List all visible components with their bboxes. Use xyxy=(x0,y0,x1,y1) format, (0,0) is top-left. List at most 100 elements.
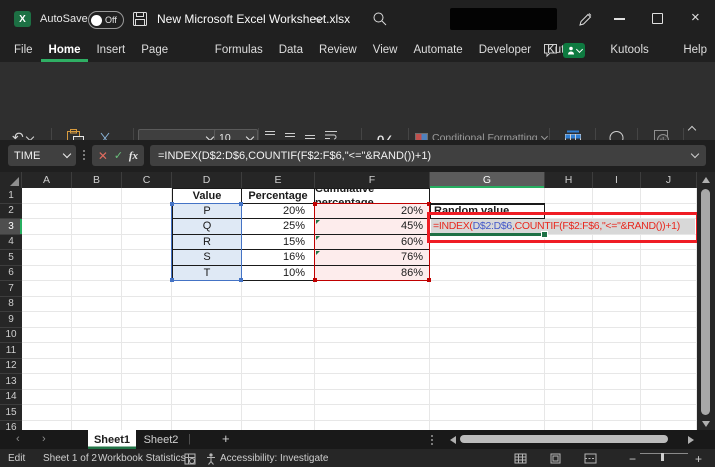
cell-D14[interactable] xyxy=(172,390,242,406)
cell-C2[interactable] xyxy=(122,204,172,220)
tab-insert[interactable]: Insert xyxy=(88,38,133,62)
sheetbar-grip[interactable] xyxy=(431,435,433,437)
cell-I6[interactable] xyxy=(593,266,641,282)
cell-D12[interactable] xyxy=(172,359,242,375)
cell-B13[interactable] xyxy=(72,374,122,390)
cell-E7[interactable] xyxy=(242,281,315,297)
cell-D1[interactable]: Value xyxy=(172,188,242,204)
cell-A12[interactable] xyxy=(22,359,72,375)
display-settings-icon[interactable] xyxy=(184,453,196,465)
cell-A14[interactable] xyxy=(22,390,72,406)
save-icon[interactable] xyxy=(132,11,148,27)
close-button[interactable]: × xyxy=(691,10,700,26)
scroll-up-icon[interactable] xyxy=(702,177,710,183)
cell-F1[interactable]: Cumulative percentage xyxy=(315,188,430,204)
cell-E10[interactable] xyxy=(242,328,315,344)
cell-C8[interactable] xyxy=(122,297,172,313)
cell-H8[interactable] xyxy=(545,297,593,313)
cell-J14[interactable] xyxy=(641,390,697,406)
cell-H9[interactable] xyxy=(545,312,593,328)
tab-file[interactable]: File xyxy=(6,38,41,62)
cell-I16[interactable] xyxy=(593,421,641,431)
cell-A15[interactable] xyxy=(22,405,72,421)
cell-I5[interactable] xyxy=(593,250,641,266)
cell-B5[interactable] xyxy=(72,250,122,266)
col-header-H[interactable]: H xyxy=(545,172,593,188)
cancel-button[interactable]: ✕ xyxy=(98,149,108,163)
cell-F15[interactable] xyxy=(315,405,430,421)
cell-G16[interactable] xyxy=(430,421,545,431)
cell-B8[interactable] xyxy=(72,297,122,313)
cell-E16[interactable] xyxy=(242,421,315,431)
cell-C11[interactable] xyxy=(122,343,172,359)
cell-G15[interactable] xyxy=(430,405,545,421)
page-layout-view-icon[interactable] xyxy=(549,453,562,464)
scroll-left-icon[interactable] xyxy=(450,436,456,444)
sheet-tab-sheet2[interactable]: Sheet2 xyxy=(138,430,184,449)
align-top-icon[interactable] xyxy=(264,130,276,140)
select-all-corner[interactable] xyxy=(0,172,22,188)
tab-kutools-plus[interactable]: Kutools Plus xyxy=(602,38,675,62)
cell-J15[interactable] xyxy=(641,405,697,421)
sheet-tab-sheet1[interactable]: Sheet1 xyxy=(88,430,136,449)
cell-C5[interactable] xyxy=(122,250,172,266)
row-header-6[interactable]: 6 xyxy=(0,266,22,282)
cell-C15[interactable] xyxy=(122,405,172,421)
col-header-G[interactable]: G xyxy=(430,172,545,188)
tab-page-layout[interactable]: Page Layout xyxy=(133,38,207,62)
cell-H10[interactable] xyxy=(545,328,593,344)
cell-E13[interactable] xyxy=(242,374,315,390)
cell-B6[interactable] xyxy=(72,266,122,282)
cell-G5[interactable] xyxy=(430,250,545,266)
pen-icon[interactable] xyxy=(577,11,594,28)
cell-C7[interactable] xyxy=(122,281,172,297)
cell-H6[interactable] xyxy=(545,266,593,282)
horizontal-scroll-thumb[interactable] xyxy=(460,435,668,443)
cell-E14[interactable] xyxy=(242,390,315,406)
autosave-toggle[interactable]: Off xyxy=(88,11,124,29)
cell-B4[interactable] xyxy=(72,235,122,251)
cell-A11[interactable] xyxy=(22,343,72,359)
cell-B9[interactable] xyxy=(72,312,122,328)
page-break-view-icon[interactable] xyxy=(584,453,597,464)
cell-H7[interactable] xyxy=(545,281,593,297)
tab-formulas[interactable]: Formulas xyxy=(207,38,271,62)
cell-G9[interactable] xyxy=(430,312,545,328)
cell-E12[interactable] xyxy=(242,359,315,375)
tab-data[interactable]: Data xyxy=(271,38,311,62)
cell-I12[interactable] xyxy=(593,359,641,375)
cell-J6[interactable] xyxy=(641,266,697,282)
cell-I13[interactable] xyxy=(593,374,641,390)
row-header-12[interactable]: 12 xyxy=(0,359,22,375)
cell-D7[interactable] xyxy=(172,281,242,297)
zoom-out-button[interactable]: − xyxy=(629,452,636,466)
cell-B16[interactable] xyxy=(72,421,122,431)
cell-G10[interactable] xyxy=(430,328,545,344)
cell-F10[interactable] xyxy=(315,328,430,344)
cell-I7[interactable] xyxy=(593,281,641,297)
row-header-15[interactable]: 15 xyxy=(0,405,22,421)
cell-J5[interactable] xyxy=(641,250,697,266)
cell-J11[interactable] xyxy=(641,343,697,359)
row-header-10[interactable]: 10 xyxy=(0,328,22,344)
cell-G8[interactable] xyxy=(430,297,545,313)
cell-A3[interactable] xyxy=(22,219,72,235)
cell-E1[interactable]: Percentage xyxy=(242,188,315,204)
cell-G1[interactable] xyxy=(430,188,545,204)
accessibility-status[interactable]: Accessibility: Investigate xyxy=(220,453,328,464)
cell-A16[interactable] xyxy=(22,421,72,431)
cell-E5[interactable]: 16% xyxy=(242,250,315,266)
cell-B12[interactable] xyxy=(72,359,122,375)
cell-F11[interactable] xyxy=(315,343,430,359)
cell-H1[interactable] xyxy=(545,188,593,204)
insert-function-button[interactable]: fx xyxy=(129,150,138,162)
cell-D16[interactable] xyxy=(172,421,242,431)
row-header-2[interactable]: 2 xyxy=(0,204,22,220)
cell-D13[interactable] xyxy=(172,374,242,390)
col-header-C[interactable]: C xyxy=(122,172,172,188)
cell-A2[interactable] xyxy=(22,204,72,220)
cell-E6[interactable]: 10% xyxy=(242,266,315,282)
cell-E9[interactable] xyxy=(242,312,315,328)
formula-input[interactable]: =INDEX(D$2:D$6,COUNTIF(F$2:F$6,"<="&RAND… xyxy=(150,145,706,166)
align-middle-icon[interactable] xyxy=(284,130,296,140)
